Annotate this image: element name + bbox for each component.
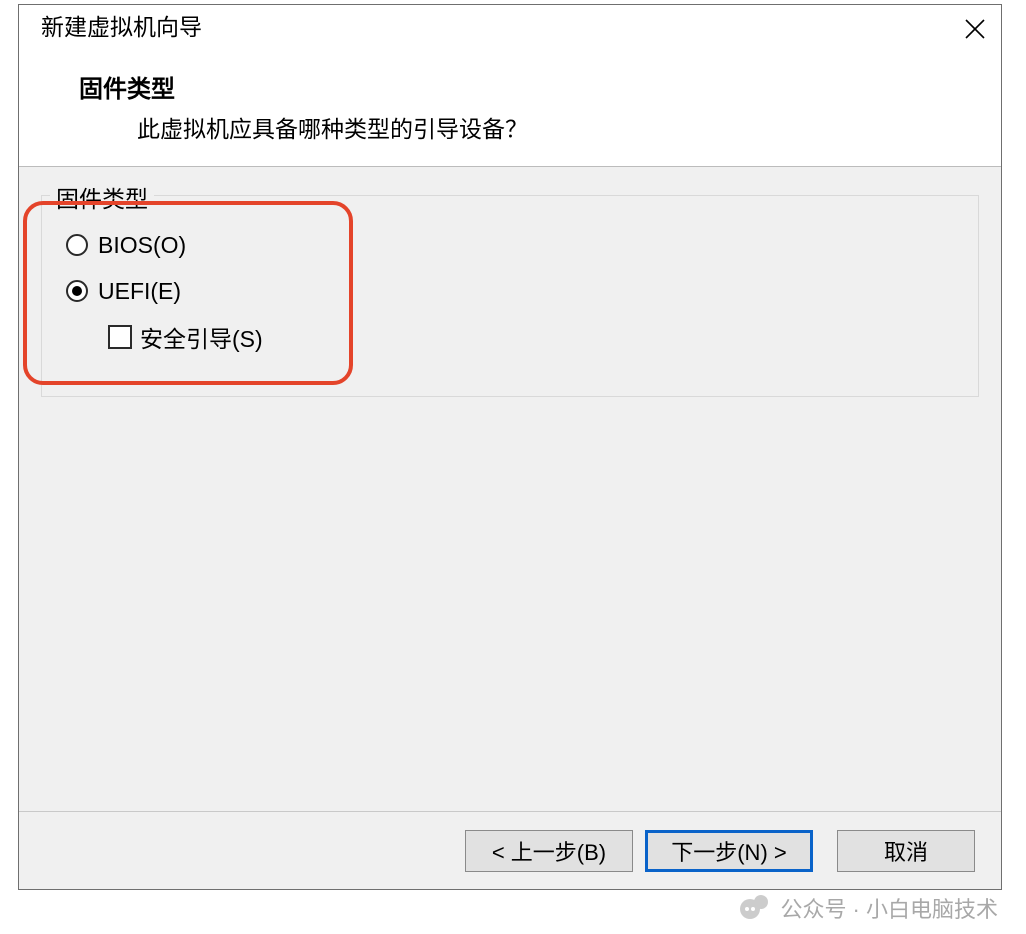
firmware-type-group: 固件类型 BIOS(O) UEFI(E) 安全引导(S)	[41, 195, 979, 397]
checkbox-icon	[108, 325, 132, 349]
checkbox-secure-boot[interactable]: 安全引导(S)	[108, 314, 960, 360]
back-button[interactable]: < 上一步(B)	[465, 830, 633, 872]
next-button-label: 下一步(N) >	[671, 835, 787, 867]
close-icon	[964, 18, 986, 45]
watermark: 公众号 · 小白电脑技术	[740, 892, 998, 924]
radio-bios[interactable]: BIOS(O)	[66, 222, 960, 268]
cancel-button-label: 取消	[884, 835, 928, 867]
close-button[interactable]	[953, 13, 997, 49]
radio-icon	[66, 234, 88, 256]
cancel-button[interactable]: 取消	[837, 830, 975, 872]
radio-bios-label: BIOS(O)	[98, 232, 186, 259]
header-subtitle: 此虚拟机应具备哪种类型的引导设备？	[79, 110, 1001, 144]
group-legend: 固件类型	[50, 180, 154, 214]
dialog-header: 固件类型 此虚拟机应具备哪种类型的引导设备？	[19, 49, 1001, 167]
next-button[interactable]: 下一步(N) >	[645, 830, 813, 872]
dialog-body: 固件类型 BIOS(O) UEFI(E) 安全引导(S)	[19, 167, 1001, 397]
radio-uefi[interactable]: UEFI(E)	[66, 268, 960, 314]
radio-icon	[66, 280, 88, 302]
wechat-icon	[740, 895, 770, 921]
wizard-dialog: 新建虚拟机向导 固件类型 此虚拟机应具备哪种类型的引导设备？ 固件类型 BIOS…	[18, 4, 1002, 890]
checkbox-secure-boot-label: 安全引导(S)	[140, 320, 263, 354]
back-button-label: < 上一步(B)	[492, 835, 606, 867]
header-title: 固件类型	[79, 69, 1001, 104]
dialog-title: 新建虚拟机向导	[41, 11, 202, 43]
dialog-footer: < 上一步(B) 下一步(N) > 取消	[19, 811, 1001, 889]
radio-uefi-label: UEFI(E)	[98, 278, 181, 305]
watermark-text: 公众号 · 小白电脑技术	[780, 892, 998, 924]
title-bar: 新建虚拟机向导	[19, 5, 1001, 49]
